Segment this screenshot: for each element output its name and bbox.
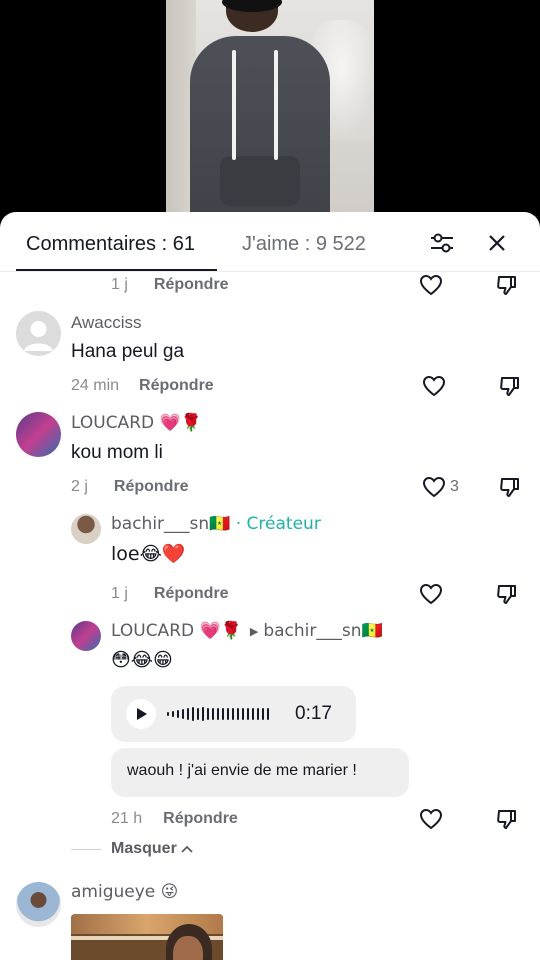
reply-username-row: LOUCARD 💗🌹 ▶ bachir___sn🇸🇳 <box>111 621 383 641</box>
video-frame <box>166 0 374 230</box>
comment-meta: 21 h Répondre <box>111 810 238 828</box>
avatar[interactable] <box>16 412 61 457</box>
reply-to-username[interactable]: bachir___sn🇸🇳 <box>263 621 382 641</box>
tab-comments[interactable]: Commentaires : 61 <box>26 232 195 256</box>
comment-username[interactable]: LOUCARD 💗🌹 <box>71 413 202 433</box>
thumbs-down-icon[interactable] <box>497 474 523 500</box>
hide-replies-button[interactable]: Masquer <box>71 840 193 858</box>
comment-time: 24 min <box>71 377 120 394</box>
divider <box>71 848 101 850</box>
comments-sheet: Commentaires : 61 J'aime : 9 522 1 j Rép… <box>0 212 540 960</box>
sliders-icon[interactable] <box>427 228 457 258</box>
voice-message[interactable]: 0:17 <box>111 686 356 742</box>
reply-text: loe😂❤️ <box>111 543 186 565</box>
reply-arrow-icon: ▶ <box>249 624 259 638</box>
tab-likes[interactable]: J'aime : 9 522 <box>242 232 366 256</box>
comment-meta: 2 j Répondre <box>71 478 189 496</box>
avatar[interactable] <box>16 882 61 927</box>
close-icon[interactable] <box>482 228 512 258</box>
like-count: 3 <box>450 478 459 495</box>
thumbs-down-icon[interactable] <box>497 373 523 399</box>
reply-text: 😳😂😁 <box>111 649 173 671</box>
comments-header: Commentaires : 61 J'aime : 9 522 <box>0 212 540 272</box>
comment-meta: 1 j Répondre <box>111 585 229 603</box>
heart-outline-icon[interactable] <box>421 373 447 399</box>
creator-badge: · Créateur <box>235 514 321 534</box>
heart-outline-icon[interactable] <box>418 272 444 298</box>
comment-username[interactable]: Awacciss <box>71 313 142 333</box>
heart-outline-icon[interactable] <box>421 474 447 500</box>
reply-button[interactable]: Répondre <box>154 585 229 603</box>
comment-time: 2 j <box>71 478 88 495</box>
reply-username[interactable]: LOUCARD 💗🌹 <box>111 621 242 641</box>
comment-time: 1 j <box>111 585 128 602</box>
reply-username-row: bachir___sn🇸🇳 · Créateur <box>111 514 321 534</box>
reply-button[interactable]: Répondre <box>154 276 229 294</box>
avatar[interactable] <box>71 621 101 651</box>
reply-button[interactable]: Répondre <box>114 478 189 496</box>
thumbs-down-icon[interactable] <box>494 806 520 832</box>
chevron-up-icon <box>181 845 193 853</box>
thumbs-down-icon[interactable] <box>494 581 520 607</box>
active-tab-indicator <box>16 269 217 271</box>
video-person <box>190 36 330 230</box>
reply-username[interactable]: bachir___sn🇸🇳 <box>111 514 230 534</box>
comment-username[interactable]: amigueye 😜 <box>71 882 178 902</box>
heart-outline-icon[interactable] <box>418 806 444 832</box>
avatar[interactable] <box>71 514 101 544</box>
message-bubble: waouh ! j'ai envie de me marier ! <box>111 748 409 797</box>
play-icon[interactable] <box>126 699 156 729</box>
comment-meta: 24 min Répondre <box>71 377 214 395</box>
reply-button[interactable]: Répondre <box>163 810 238 828</box>
video-player[interactable] <box>0 0 540 230</box>
comment-time: 1 j <box>111 276 128 293</box>
comment-text: Hana peul ga <box>71 341 185 362</box>
audio-duration: 0:17 <box>295 703 332 724</box>
comment-meta: 1 j Répondre <box>111 276 229 294</box>
comment-time: 21 h <box>111 810 143 827</box>
thumbs-down-icon[interactable] <box>494 272 520 298</box>
comment-text: kou mom li <box>71 442 163 463</box>
audio-waveform <box>167 704 269 724</box>
comment-image[interactable] <box>71 914 223 960</box>
heart-outline-icon[interactable] <box>418 581 444 607</box>
avatar[interactable] <box>16 311 61 356</box>
hide-replies-label: Masquer <box>111 840 177 857</box>
reply-button[interactable]: Répondre <box>139 377 214 395</box>
